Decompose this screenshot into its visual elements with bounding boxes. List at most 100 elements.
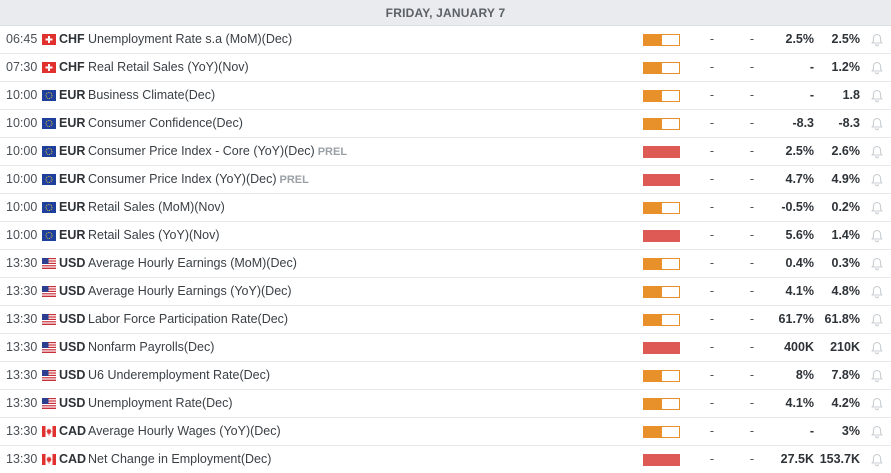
bell-icon[interactable] bbox=[870, 313, 884, 327]
event-time: 13:30 bbox=[6, 368, 38, 382]
consensus-value: 4.2% bbox=[831, 396, 861, 410]
bell-icon[interactable] bbox=[870, 201, 884, 215]
bell-icon[interactable] bbox=[870, 173, 884, 187]
event-row[interactable]: 13:30 CAD Net Change in Employment(Dec) … bbox=[0, 446, 891, 473]
event-title: Average Hourly Earnings (YoY)(Dec) bbox=[88, 284, 292, 298]
event-row[interactable]: 13:30 USD Average Hourly Earnings (MoM)(… bbox=[0, 250, 891, 278]
event-title: Net Change in Employment(Dec) bbox=[88, 452, 272, 466]
event-name[interactable]: Unemployment Rate s.a (MoM)(Dec) bbox=[88, 26, 292, 53]
impact-medium-fill bbox=[644, 399, 662, 409]
impact-medium-indicator bbox=[643, 62, 680, 74]
event-row[interactable]: 07:30 CHF Real Retail Sales (YoY)(Nov) -… bbox=[0, 54, 891, 82]
currency-code: USD bbox=[59, 396, 86, 410]
previous-value: 2.5% bbox=[785, 32, 815, 46]
bell-icon[interactable] bbox=[870, 453, 884, 467]
event-name[interactable]: U6 Underemployment Rate(Dec) bbox=[88, 362, 270, 389]
event-row[interactable]: 06:45 CHF Unemployment Rate s.a (MoM)(De… bbox=[0, 26, 891, 54]
event-name[interactable]: Labor Force Participation Rate(Dec) bbox=[88, 306, 288, 333]
bell-icon[interactable] bbox=[870, 89, 884, 103]
bell-icon[interactable] bbox=[870, 257, 884, 271]
event-time: 10:00 bbox=[6, 144, 38, 158]
event-row[interactable]: 13:30 CAD Average Hourly Wages (YoY)(Dec… bbox=[0, 418, 891, 446]
currency-code: EUR bbox=[59, 200, 86, 214]
event-name[interactable]: Consumer Price Index (YoY)(Dec) PREL bbox=[88, 166, 309, 193]
deviation-value: - bbox=[749, 452, 755, 466]
event-row[interactable]: 10:00 EUR Consumer Confidence(Dec) - - -… bbox=[0, 110, 891, 138]
currency-code: EUR bbox=[59, 88, 86, 102]
previous-value: - bbox=[809, 60, 814, 74]
event-name[interactable]: Average Hourly Earnings (MoM)(Dec) bbox=[88, 250, 297, 277]
bell-icon[interactable] bbox=[870, 425, 884, 439]
previous-value: 4.1% bbox=[785, 396, 815, 410]
day-header: FRIDAY, JANUARY 7 bbox=[0, 0, 891, 26]
impact-medium-indicator bbox=[643, 118, 680, 130]
impact-high-indicator bbox=[643, 146, 680, 158]
bell-icon[interactable] bbox=[870, 229, 884, 243]
impact-medium-indicator bbox=[643, 202, 680, 214]
consensus-value: 0.2% bbox=[831, 200, 861, 214]
event-name[interactable]: Real Retail Sales (YoY)(Nov) bbox=[88, 54, 249, 81]
impact-high-indicator bbox=[643, 230, 680, 242]
event-time: 10:00 bbox=[6, 88, 38, 102]
impact-high-indicator bbox=[643, 454, 680, 466]
event-time: 10:00 bbox=[6, 172, 38, 186]
bell-icon[interactable] bbox=[870, 145, 884, 159]
consensus-value: 4.9% bbox=[831, 172, 861, 186]
previous-value: 61.7% bbox=[778, 312, 814, 326]
eu-flag-icon bbox=[42, 202, 56, 213]
event-row[interactable]: 10:00 EUR Consumer Price Index (YoY)(Dec… bbox=[0, 166, 891, 194]
event-row[interactable]: 13:30 USD Nonfarm Payrolls(Dec) - - 400K… bbox=[0, 334, 891, 362]
bell-icon[interactable] bbox=[870, 369, 884, 383]
event-title: Unemployment Rate s.a (MoM)(Dec) bbox=[88, 32, 293, 46]
event-row[interactable]: 13:30 USD U6 Underemployment Rate(Dec) -… bbox=[0, 362, 891, 390]
us-flag-icon bbox=[42, 258, 56, 269]
event-row[interactable]: 10:00 EUR Retail Sales (MoM)(Nov) - - -0… bbox=[0, 194, 891, 222]
currency-code: USD bbox=[59, 256, 86, 270]
bell-icon[interactable] bbox=[870, 397, 884, 411]
event-name[interactable]: Nonfarm Payrolls(Dec) bbox=[88, 334, 214, 361]
impact-medium-indicator bbox=[643, 90, 680, 102]
event-row[interactable]: 10:00 EUR Consumer Price Index - Core (Y… bbox=[0, 138, 891, 166]
event-title: U6 Underemployment Rate(Dec) bbox=[88, 368, 271, 382]
event-name[interactable]: Average Hourly Earnings (YoY)(Dec) bbox=[88, 278, 292, 305]
bell-icon[interactable] bbox=[870, 341, 884, 355]
bell-icon[interactable] bbox=[870, 33, 884, 47]
bell-icon[interactable] bbox=[870, 285, 884, 299]
impact-medium-fill bbox=[644, 427, 662, 437]
event-name[interactable]: Business Climate(Dec) bbox=[88, 82, 215, 109]
event-name[interactable]: Retail Sales (MoM)(Nov) bbox=[88, 194, 225, 221]
event-name[interactable]: Unemployment Rate(Dec) bbox=[88, 390, 233, 417]
event-time: 07:30 bbox=[6, 60, 38, 74]
event-row[interactable]: 13:30 USD Labor Force Participation Rate… bbox=[0, 306, 891, 334]
consensus-value: 1.8 bbox=[842, 88, 860, 102]
event-name[interactable]: Retail Sales (YoY)(Nov) bbox=[88, 222, 220, 249]
currency-code: EUR bbox=[59, 172, 86, 186]
deviation-value: - bbox=[749, 200, 755, 214]
previous-value: -0.5% bbox=[781, 200, 814, 214]
eu-flag-icon bbox=[42, 90, 56, 101]
deviation-value: - bbox=[749, 172, 755, 186]
event-row[interactable]: 13:30 USD Unemployment Rate(Dec) - - 4.1… bbox=[0, 390, 891, 418]
impact-medium-indicator bbox=[643, 398, 680, 410]
event-name[interactable]: Consumer Price Index - Core (YoY)(Dec) PR… bbox=[88, 138, 347, 165]
impact-medium-indicator bbox=[643, 426, 680, 438]
event-name[interactable]: Consumer Confidence(Dec) bbox=[88, 110, 243, 137]
bell-icon[interactable] bbox=[870, 117, 884, 131]
event-title: Average Hourly Wages (YoY)(Dec) bbox=[88, 424, 281, 438]
event-row[interactable]: 10:00 EUR Business Climate(Dec) - - - 1.… bbox=[0, 82, 891, 110]
deviation-value: - bbox=[749, 368, 755, 382]
deviation-value: - bbox=[749, 424, 755, 438]
event-row[interactable]: 10:00 EUR Retail Sales (YoY)(Nov) - - 5.… bbox=[0, 222, 891, 250]
event-row[interactable]: 13:30 USD Average Hourly Earnings (YoY)(… bbox=[0, 278, 891, 306]
currency-code: USD bbox=[59, 340, 86, 354]
bell-icon[interactable] bbox=[870, 61, 884, 75]
actual-value: - bbox=[709, 144, 715, 158]
event-name[interactable]: Net Change in Employment(Dec) bbox=[88, 446, 271, 473]
eu-flag-icon bbox=[42, 174, 56, 185]
event-time: 10:00 bbox=[6, 228, 38, 242]
deviation-value: - bbox=[749, 256, 755, 270]
currency-code: EUR bbox=[59, 228, 86, 242]
actual-value: - bbox=[709, 452, 715, 466]
event-name[interactable]: Average Hourly Wages (YoY)(Dec) bbox=[88, 418, 281, 445]
switzerland-flag-icon bbox=[42, 62, 56, 73]
